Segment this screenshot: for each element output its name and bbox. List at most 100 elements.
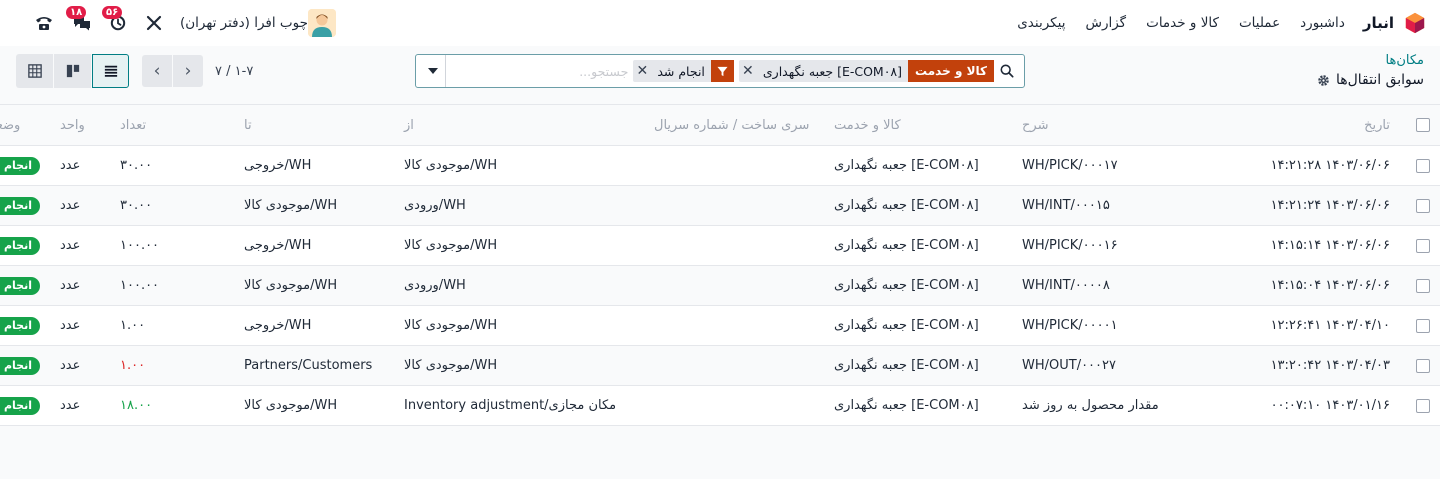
cell-lot-serial — [644, 265, 824, 306]
product-facet: کالا و خدمت [E-COM۰۸] جعبه نگهداری ✕ — [738, 60, 994, 82]
cell-date: ۱۴۰۳/۰۱/۱۶ ۰۰:۰۷:۱۰ — [1190, 385, 1400, 426]
cell-uom: عدد — [50, 385, 110, 426]
inventory-app-logo-icon[interactable] — [1404, 12, 1426, 34]
cell-date: ۱۴۰۳/۰۶/۰۶ ۱۴:۲۱:۲۴ — [1190, 185, 1400, 226]
cell-quantity: ۱.۰۰ — [110, 305, 234, 346]
cell-to[interactable]: WH/خروجی — [234, 145, 394, 186]
breadcrumb: مکان‌ها سوابق انتقال‌ها — [1317, 52, 1424, 90]
cell-to[interactable]: WH/موجودی کالا — [234, 265, 394, 306]
menu-dashboard[interactable]: داشبورد — [1300, 15, 1345, 31]
list-icon — [104, 65, 117, 77]
cell-uom: عدد — [50, 265, 110, 306]
gear-icon[interactable] — [1317, 74, 1330, 87]
cell-from[interactable]: مکان مجازی/Inventory adjustment — [394, 385, 644, 426]
search-options-toggle-icon[interactable] — [420, 55, 446, 87]
status-facet-remove-icon[interactable]: ✕ — [633, 63, 651, 79]
cell-to[interactable]: WH/موجودی کالا — [234, 185, 394, 226]
cell-from[interactable]: WH/موجودی کالا — [394, 345, 644, 386]
row-checkbox[interactable] — [1400, 345, 1440, 386]
row-checkbox[interactable] — [1400, 385, 1440, 426]
row-checkbox[interactable] — [1400, 225, 1440, 266]
company-switcher[interactable]: چوب افرا (دفتر تهران) — [180, 15, 308, 31]
activity-clock-icon[interactable]: ۵۶ — [102, 6, 130, 35]
table-body: ۱۴۰۳/۰۶/۰۶ ۱۴:۲۱:۲۸ WH/PICK/۰۰۰۱۷ [E-COM۰۸… — [0, 145, 1440, 426]
user-avatar[interactable] — [307, 9, 336, 37]
cell-reference: مقدار محصول به روز شد — [1012, 385, 1190, 426]
status-badge: انجام شد — [0, 316, 40, 335]
select-all-checkbox[interactable] — [1400, 104, 1440, 146]
table-row[interactable]: ۱۴۰۳/۰۶/۰۶ ۱۴:۱۵:۱۴ WH/PICK/۰۰۰۱۶ [E-COM۰۸… — [0, 225, 1440, 266]
table-row[interactable]: ۱۴۰۳/۰۴/۱۰ ۱۲:۲۶:۴۱ WH/PICK/۰۰۰۰۱ [E-COM۰۸… — [0, 305, 1440, 346]
row-checkbox[interactable] — [1400, 185, 1440, 226]
search-icon[interactable] — [994, 58, 1020, 84]
phone-icon[interactable] — [32, 11, 56, 35]
messages-chat-icon[interactable]: ۱۸ — [66, 6, 94, 35]
systray: چوب افرا (دفتر تهران) ۵۶ ۱۸ — [18, 6, 336, 38]
pivot-view-button[interactable] — [16, 54, 53, 88]
menu-products[interactable]: کالا و خدمات — [1146, 15, 1219, 31]
table-row[interactable]: ۱۴۰۳/۰۶/۰۶ ۱۴:۲۱:۲۸ WH/PICK/۰۰۰۱۷ [E-COM۰۸… — [0, 145, 1440, 186]
cell-to[interactable]: WH/خروجی — [234, 225, 394, 266]
row-checkbox[interactable] — [1400, 145, 1440, 186]
product-facet-label: کالا و خدمت — [908, 60, 994, 82]
row-checkbox[interactable] — [1400, 265, 1440, 306]
cell-date: ۱۴۰۳/۰۶/۰۶ ۱۴:۱۵:۰۴ — [1190, 265, 1400, 306]
column-date[interactable]: تاریخ — [1190, 104, 1400, 146]
menu-operations[interactable]: عملیات — [1239, 15, 1280, 31]
kanban-view-button[interactable] — [54, 54, 91, 88]
table-row[interactable]: ۱۴۰۳/۰۶/۰۶ ۱۴:۱۵:۰۴ WH/INT/۰۰۰۰۸ [E-COM۰۸]… — [0, 265, 1440, 306]
cell-to[interactable]: WH/موجودی کالا — [234, 385, 394, 426]
pager: ‹ › ۱-۷ / ۷ — [142, 55, 253, 87]
cell-lot-serial — [644, 185, 824, 226]
pager-previous-button[interactable]: ‹ — [142, 55, 172, 87]
status-badge: انجام شد — [0, 396, 40, 415]
column-product[interactable]: کالا و خدمت — [824, 104, 1012, 146]
table-row[interactable]: ۱۴۰۳/۰۶/۰۶ ۱۴:۲۱:۲۴ WH/INT/۰۰۰۱۵ [E-COM۰۸]… — [0, 185, 1440, 226]
debug-tools-icon[interactable] — [142, 11, 166, 35]
cell-lot-serial — [644, 345, 824, 386]
table-row[interactable]: ۱۴۰۳/۰۱/۱۶ ۰۰:۰۷:۱۰ مقدار محصول به روز شد… — [0, 385, 1440, 426]
chevron-right-icon: › — [184, 61, 192, 81]
product-facet-remove-icon[interactable]: ✕ — [739, 63, 757, 79]
cell-from[interactable]: WH/موجودی کالا — [394, 225, 644, 266]
app-name[interactable]: انبار — [1363, 14, 1394, 32]
cell-from[interactable]: WH/ورودی — [394, 185, 644, 226]
search-input[interactable] — [446, 56, 629, 86]
main-menu: داشبورد عملیات کالا و خدمات گزارش پیکربن… — [997, 15, 1345, 31]
pager-next-button[interactable]: › — [173, 55, 203, 87]
row-checkbox[interactable] — [1400, 305, 1440, 346]
column-from[interactable]: از — [394, 104, 644, 146]
cell-status: انجام شد — [0, 185, 50, 226]
cell-product[interactable]: [E-COM۰۸] جعبه نگهداری — [824, 225, 1012, 266]
cell-quantity: ۱۰۰.۰۰ — [110, 265, 234, 306]
column-uom[interactable]: واحد — [50, 104, 110, 146]
cell-from[interactable]: WH/ورودی — [394, 265, 644, 306]
menu-reporting[interactable]: گزارش — [1085, 15, 1126, 31]
cell-product[interactable]: [E-COM۰۸] جعبه نگهداری — [824, 305, 1012, 346]
column-reference[interactable]: شرح — [1012, 104, 1190, 146]
cell-date: ۱۴۰۳/۰۶/۰۶ ۱۴:۲۱:۲۸ — [1190, 145, 1400, 186]
cell-to[interactable]: Partners/Customers — [234, 345, 394, 386]
move-lines-table: تاریخ شرح کالا و خدمت سری ساخت / شماره س… — [0, 104, 1440, 426]
column-quantity[interactable]: تعداد — [110, 104, 234, 146]
cell-to[interactable]: WH/خروجی — [234, 305, 394, 346]
cell-product[interactable]: [E-COM۰۸] جعبه نگهداری — [824, 265, 1012, 306]
table-row[interactable]: ۱۴۰۳/۰۴/۰۳ ۱۳:۲۰:۴۲ WH/OUT/۰۰۰۲۷ [E-COM۰۸]… — [0, 345, 1440, 386]
cell-product[interactable]: [E-COM۰۸] جعبه نگهداری — [824, 385, 1012, 426]
table-header-row: تاریخ شرح کالا و خدمت سری ساخت / شماره س… — [0, 104, 1440, 146]
cell-product[interactable]: [E-COM۰۸] جعبه نگهداری — [824, 145, 1012, 186]
pager-value[interactable]: ۱-۷ / ۷ — [215, 64, 253, 79]
column-status[interactable]: وضعیت — [0, 104, 50, 146]
pivot-table-icon — [27, 64, 42, 78]
cell-product[interactable]: [E-COM۰۸] جعبه نگهداری — [824, 185, 1012, 226]
column-to[interactable]: تا — [234, 104, 394, 146]
column-lot-serial[interactable]: سری ساخت / شماره سریال — [644, 104, 824, 146]
page-title-text: سوابق انتقال‌ها — [1335, 72, 1424, 88]
cell-from[interactable]: WH/موجودی کالا — [394, 305, 644, 346]
menu-configuration[interactable]: پیکربندی — [1017, 15, 1065, 31]
breadcrumb-locations-link[interactable]: مکان‌ها — [1317, 52, 1424, 70]
kanban-icon — [66, 64, 79, 78]
cell-product[interactable]: [E-COM۰۸] جعبه نگهداری — [824, 345, 1012, 386]
cell-from[interactable]: WH/موجودی کالا — [394, 145, 644, 186]
list-view-button[interactable] — [92, 54, 129, 88]
